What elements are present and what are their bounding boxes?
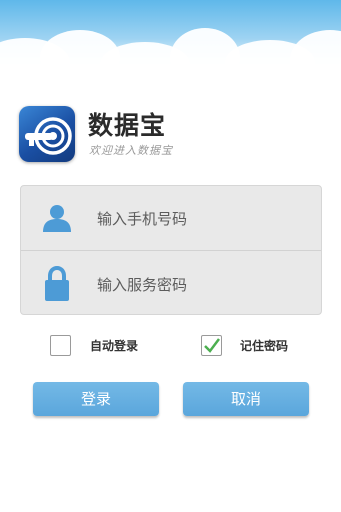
user-icon <box>42 203 72 237</box>
login-button[interactable]: 登录 <box>33 382 159 416</box>
auto-login-label: 自动登录 <box>90 339 139 353</box>
cancel-button[interactable]: 取消 <box>183 382 309 416</box>
sky-header-background <box>0 0 341 70</box>
remember-password-checkbox[interactable] <box>201 335 222 356</box>
check-icon <box>204 338 220 353</box>
app-name: 数据宝 <box>88 111 167 140</box>
phone-number-input[interactable] <box>97 204 307 234</box>
auto-login-checkbox[interactable] <box>50 335 71 356</box>
lock-icon <box>42 265 72 306</box>
app-logo-icon <box>19 106 75 162</box>
form-divider <box>21 250 321 251</box>
service-password-input[interactable] <box>97 270 307 300</box>
login-form <box>20 185 322 315</box>
remember-password-label: 记住密码 <box>240 339 289 353</box>
app-tagline: 欢迎进入数据宝 <box>89 144 173 157</box>
